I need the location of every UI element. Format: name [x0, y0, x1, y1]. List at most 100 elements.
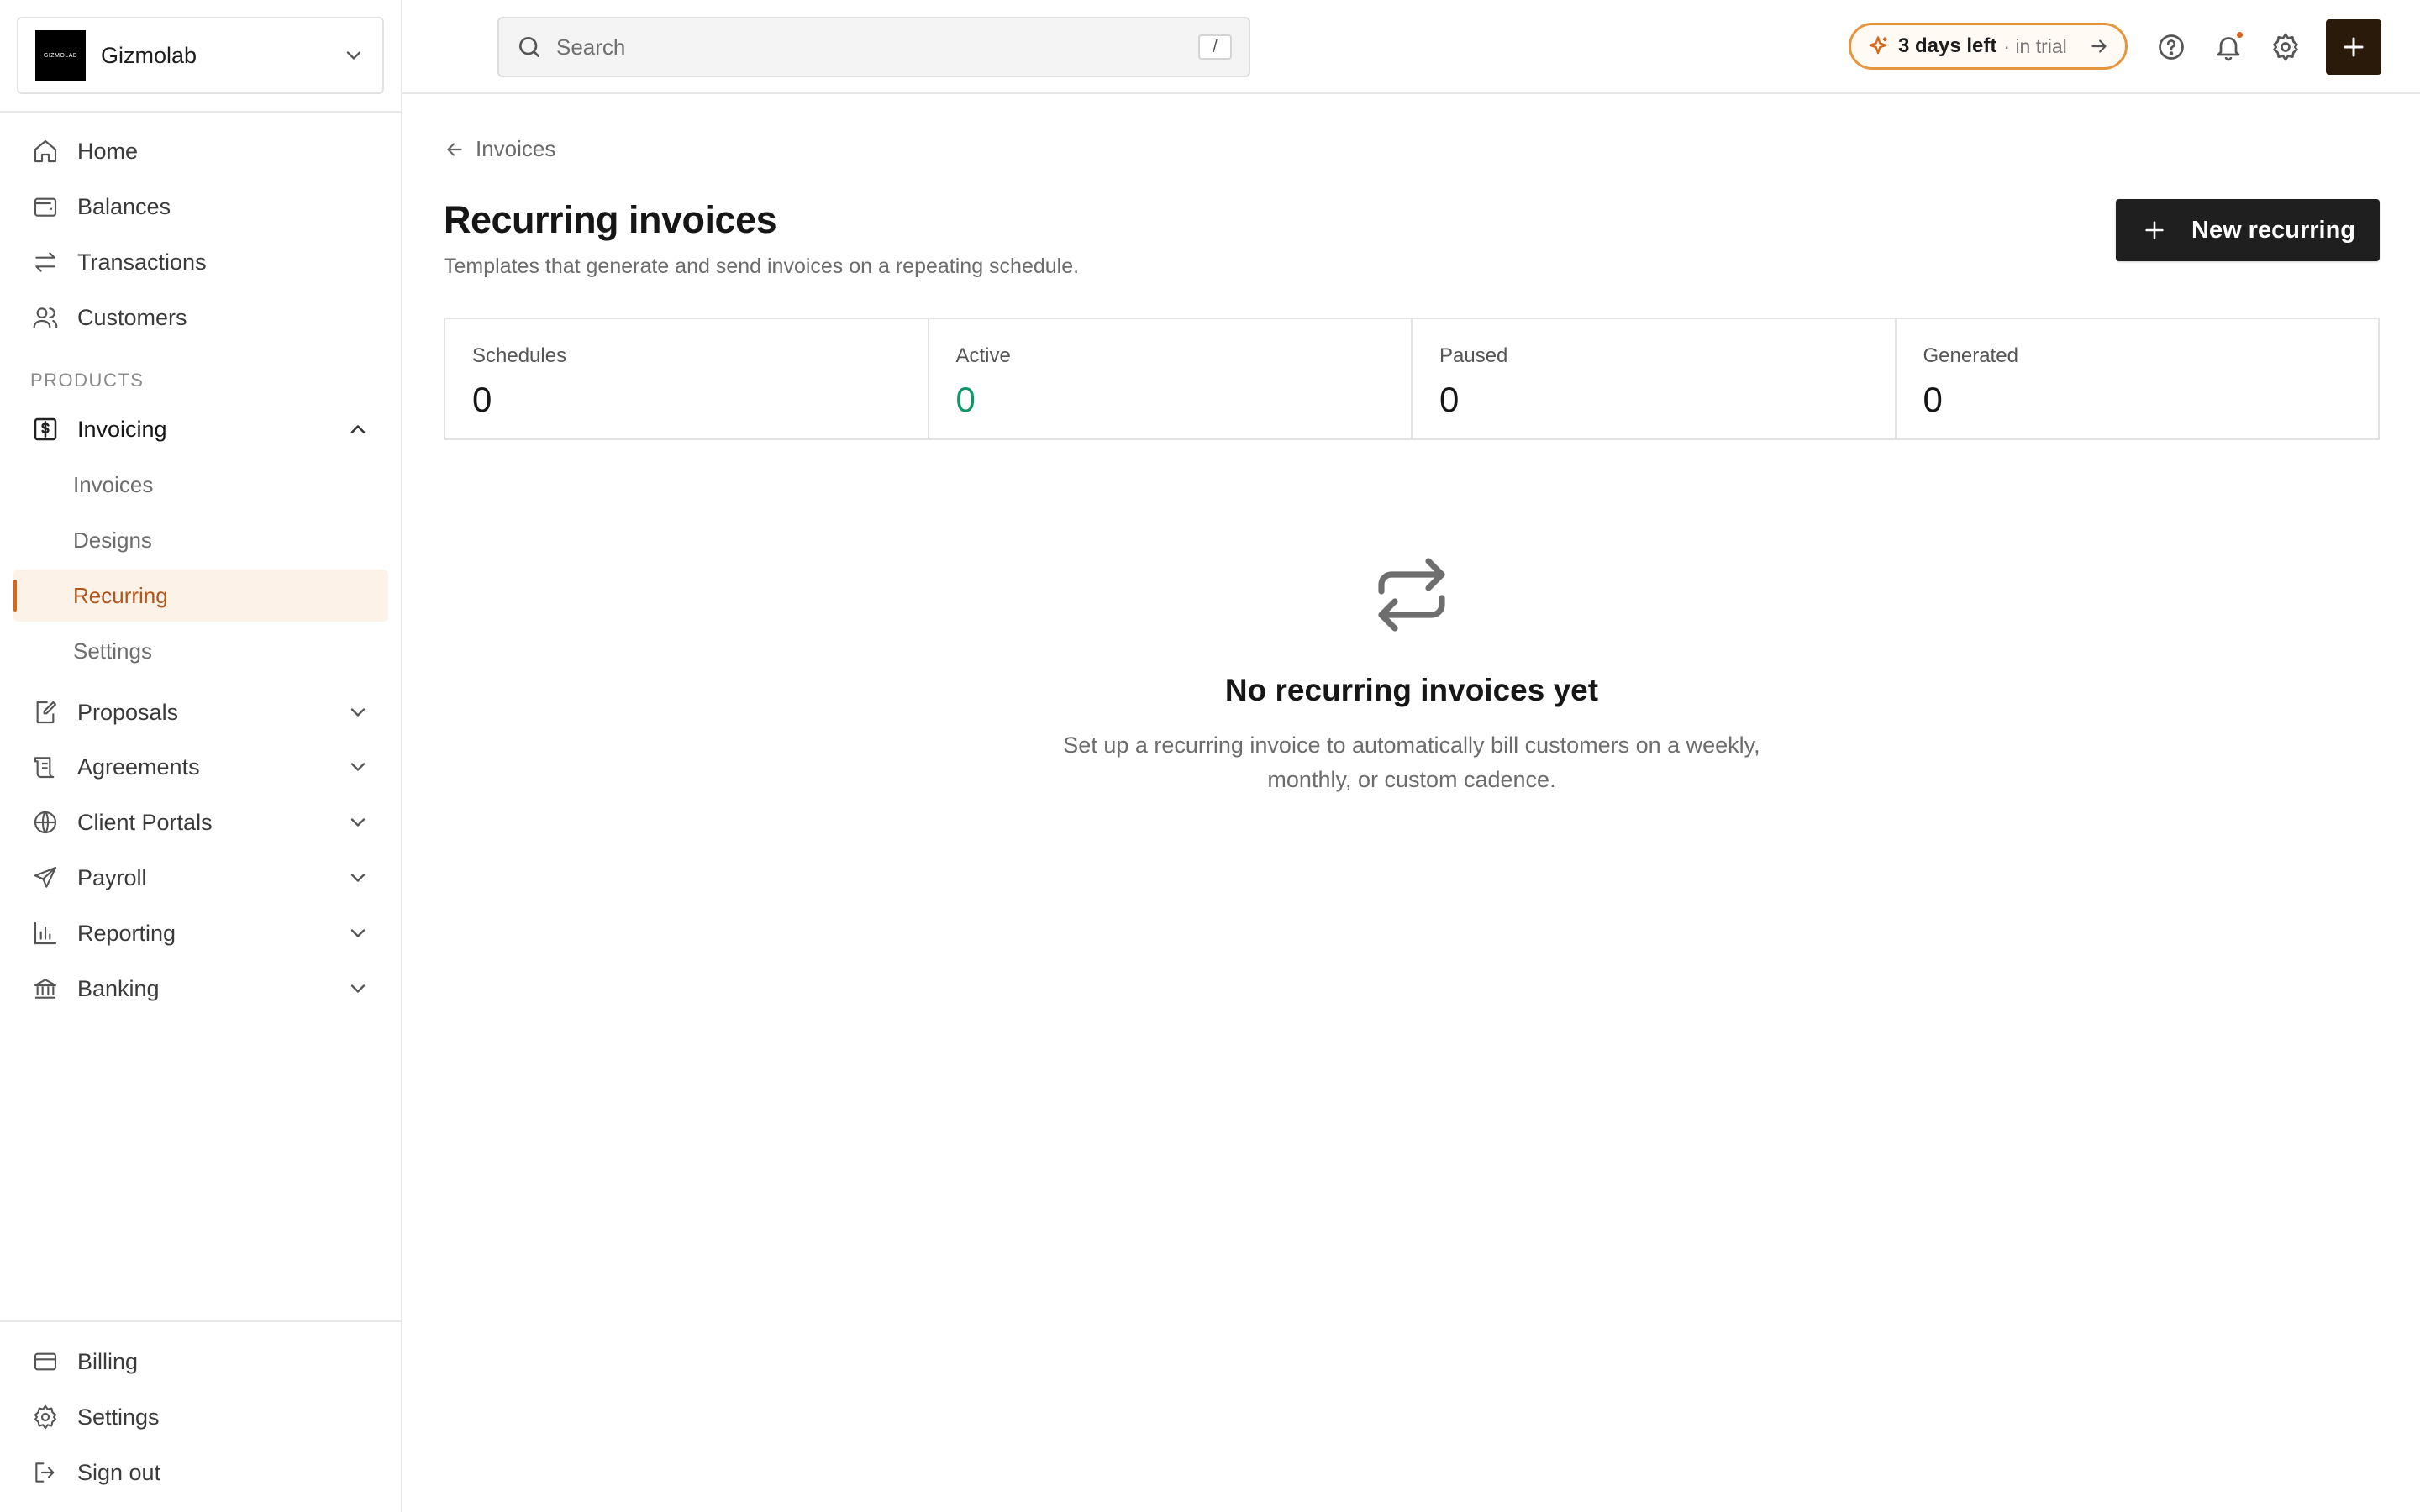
search-placeholder: Search	[556, 34, 626, 60]
sidebar-divider	[0, 1320, 402, 1322]
stat-value: 0	[1439, 380, 1460, 419]
stat-label: Paused	[1439, 344, 1508, 367]
trial-days-left: 3 days left	[1898, 34, 1997, 57]
top-bar: Search / 3 days left · in trial	[402, 0, 2420, 94]
stat-value: 0	[472, 380, 492, 419]
bank-icon	[30, 974, 60, 1004]
chevron-up-icon	[350, 425, 366, 433]
sidebar-item-agreements[interactable]: Agreements	[13, 741, 388, 793]
new-recurring-label: New recurring	[2191, 216, 2355, 244]
chevron-down-icon	[346, 51, 361, 60]
sidebar-item-label: Payroll	[77, 864, 147, 890]
sidebar-item-label: Settings	[77, 1404, 160, 1430]
search-icon	[519, 37, 539, 57]
sidebar-item-payroll[interactable]: Payroll	[13, 852, 388, 904]
chevron-down-icon	[350, 708, 366, 717]
chevron-down-icon	[350, 818, 366, 827]
sidebar-item-label: Agreements	[77, 753, 200, 780]
wallet-icon	[30, 192, 60, 222]
sidebar-item-label: Customers	[77, 304, 187, 330]
sidebar-item-settings[interactable]: Settings	[13, 1391, 388, 1443]
create-new-button[interactable]	[2326, 19, 2381, 75]
sidebar-item-client-portals[interactable]: Client Portals	[13, 796, 388, 848]
sidebar-item-label: Reporting	[77, 920, 176, 946]
sidebar-item-billing[interactable]: Billing	[13, 1336, 388, 1388]
repeat-icon	[1378, 558, 1445, 632]
empty-state-body: Set up a recurring invoice to automatica…	[1063, 732, 1760, 792]
sidebar-item-reporting[interactable]: Reporting	[13, 907, 388, 959]
back-link-label: Invoices	[476, 136, 556, 161]
sidebar-subitem-settings[interactable]: Settings	[13, 625, 388, 677]
sidebar-item-customers[interactable]: Customers	[13, 291, 388, 344]
stat-value: 0	[1923, 380, 1943, 419]
back-link[interactable]: Invoices	[444, 136, 555, 162]
org-switcher[interactable]: GIZMOLAB Gizmolab	[17, 17, 384, 94]
empty-state-title: No recurring invoices yet	[1224, 673, 1599, 707]
sidebar-subitem-recurring[interactable]: Recurring	[13, 570, 388, 622]
send-icon	[30, 863, 60, 893]
sparkle-icon	[1869, 36, 1887, 55]
search-input[interactable]: Search /	[497, 17, 1250, 77]
sidebar-item-label: Billing	[77, 1348, 139, 1374]
arrow-right-icon	[2091, 39, 2107, 53]
stat-schedules: Schedules 0	[445, 319, 929, 438]
invoice-dollar-icon	[30, 414, 60, 444]
sidebar-item-balances[interactable]: Balances	[13, 181, 388, 233]
bar-chart-icon	[30, 918, 60, 948]
stat-paused: Paused 0	[1413, 319, 1897, 438]
stat-active: Active 0	[929, 319, 1413, 438]
sidebar-item-invoicing[interactable]: Invoicing	[13, 403, 388, 455]
sidebar-item-label: Transactions	[77, 249, 207, 275]
help-icon[interactable]	[2154, 30, 2188, 64]
sidebar-item-label: Banking	[77, 975, 160, 1001]
new-recurring-button[interactable]: New recurring	[2116, 199, 2380, 261]
sidebar-item-label: Sign out	[77, 1459, 161, 1485]
search-shortcut-key: /	[1198, 34, 1232, 60]
sidebar-divider	[0, 111, 402, 113]
gear-icon	[30, 1402, 60, 1432]
gear-icon[interactable]	[2269, 30, 2302, 64]
stat-label: Generated	[1923, 344, 2018, 367]
org-name: Gizmolab	[101, 42, 197, 68]
trial-status: · in trial	[2003, 34, 2067, 57]
sidebar-item-label: Home	[77, 138, 139, 164]
stat-value: 0	[955, 380, 976, 419]
page-title: Recurring invoices	[444, 198, 777, 241]
sidebar-item-home[interactable]: Home	[13, 125, 388, 177]
app-root: GIZMOLAB Gizmolab Home Balances Transact…	[0, 0, 2420, 1512]
sidebar-item-label: Balances	[77, 193, 171, 219]
sidebar-item-sign-out[interactable]: Sign out	[13, 1446, 388, 1499]
sidebar-item-proposals[interactable]: Proposals	[13, 686, 388, 738]
sidebar-subitem-invoices[interactable]: Invoices	[13, 459, 388, 511]
credit-card-icon	[30, 1347, 60, 1377]
page-subtitle: Templates that generate and send invoice…	[444, 255, 1080, 278]
sidebar-item-label: Invoicing	[77, 416, 167, 442]
section-label-products: PRODUCTS	[30, 370, 145, 391]
sidebar-item-label: Proposals	[77, 699, 179, 725]
arrow-left-icon	[447, 142, 462, 156]
scroll-icon	[30, 752, 60, 782]
arrows-left-right-icon	[30, 247, 60, 277]
stat-label: Schedules	[472, 344, 567, 367]
home-icon	[30, 136, 60, 166]
chevron-down-icon	[350, 763, 366, 771]
notification-dot	[2235, 30, 2244, 39]
chevron-down-icon	[350, 874, 366, 882]
users-icon	[30, 302, 60, 333]
empty-state: No recurring invoices yet Set up a recur…	[908, 554, 1916, 797]
org-logo: GIZMOLAB	[35, 30, 86, 81]
plus-icon	[2344, 37, 2364, 57]
trial-badge[interactable]: 3 days left · in trial	[1849, 23, 2128, 70]
logout-icon	[30, 1457, 60, 1488]
sidebar-item-label: Client Portals	[77, 809, 213, 835]
sidebar-item-banking[interactable]: Banking	[13, 963, 388, 1015]
document-edit-icon	[30, 697, 60, 727]
bell-icon[interactable]	[2212, 30, 2245, 64]
sidebar-item-transactions[interactable]: Transactions	[13, 236, 388, 288]
globe-icon	[30, 807, 60, 837]
sidebar-subitem-designs[interactable]: Designs	[13, 514, 388, 566]
stat-generated: Generated 0	[1897, 319, 2379, 438]
plus-icon	[2145, 221, 2164, 239]
sidebar: GIZMOLAB Gizmolab Home Balances Transact…	[0, 0, 402, 1512]
chevron-down-icon	[350, 929, 366, 937]
